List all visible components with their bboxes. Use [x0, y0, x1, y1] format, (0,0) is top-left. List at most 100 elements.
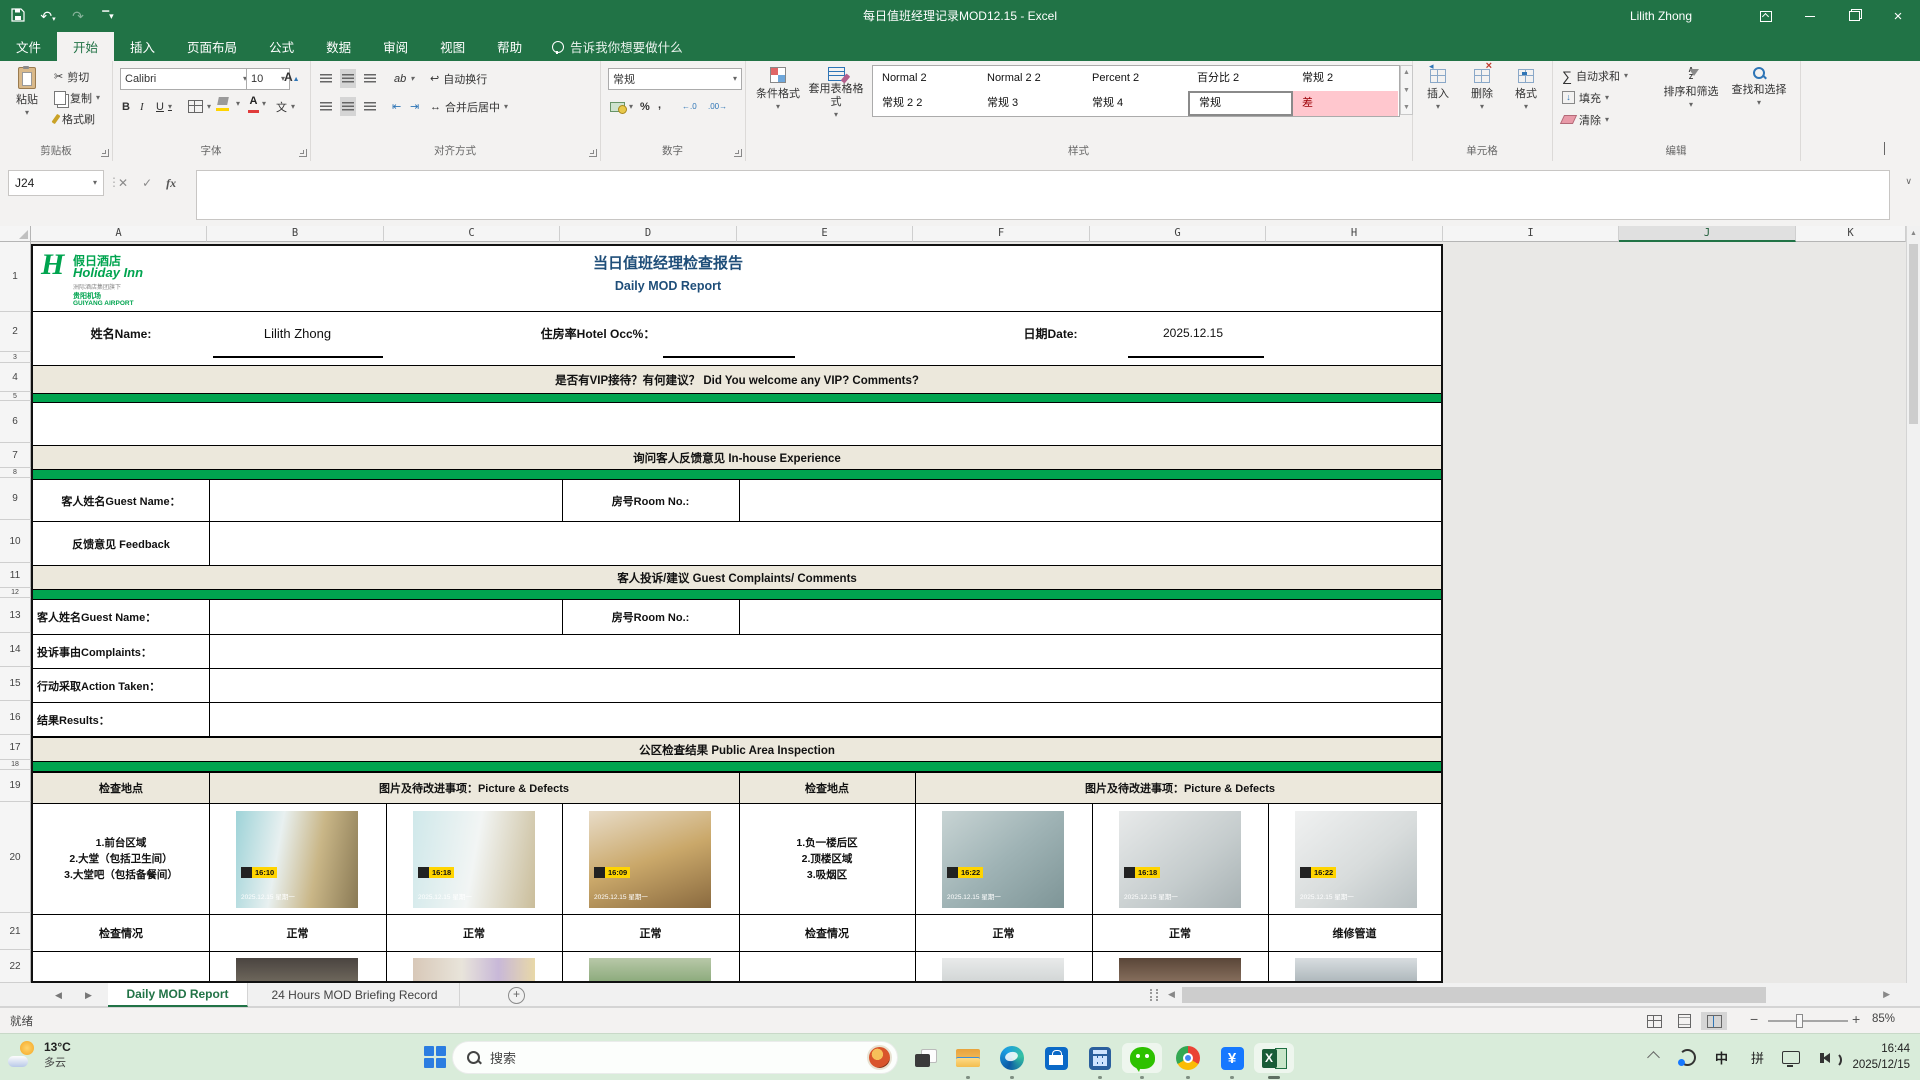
- align-bottom-button[interactable]: [362, 69, 378, 88]
- wechat-button[interactable]: [1122, 1043, 1162, 1073]
- merge-center-button[interactable]: ↔合并后居中▾: [428, 97, 510, 116]
- row-header-21[interactable]: 21: [0, 913, 31, 950]
- inspection-photo[interactable]: [589, 958, 711, 983]
- orientation-button[interactable]: ab▾: [392, 69, 416, 88]
- green-divider-row[interactable]: [33, 470, 1441, 480]
- column-header-K[interactable]: K: [1796, 226, 1906, 242]
- results-row[interactable]: 结果Results：: [33, 703, 1441, 737]
- ribbon-display-options-icon[interactable]: [1744, 0, 1788, 32]
- decrease-indent-button[interactable]: ⇤: [390, 97, 403, 116]
- inspection-photo[interactable]: [413, 958, 535, 983]
- decrease-decimal-button[interactable]: .00→: [706, 97, 729, 116]
- increase-indent-button[interactable]: ⇥: [408, 97, 421, 116]
- row-header-18[interactable]: 18: [0, 760, 31, 770]
- guest-name-row-2[interactable]: 客人姓名Guest Name： 房号Room No.:: [33, 600, 1441, 635]
- inspection-photo[interactable]: 16:18 2025.12.15 星期一: [1119, 811, 1241, 908]
- cell-style-Normal-2[interactable]: Normal 2: [873, 66, 978, 91]
- edge-button[interactable]: [992, 1043, 1032, 1073]
- column-header-E[interactable]: E: [737, 226, 913, 242]
- comma-style-button[interactable]: ,: [656, 95, 663, 114]
- save-icon[interactable]: [10, 8, 26, 24]
- row-header-16[interactable]: 16: [0, 701, 31, 735]
- cell-style-常规-4[interactable]: 常规 4: [1083, 91, 1188, 116]
- inspection-photo[interactable]: 16:22 2025.12.15 星期一: [1295, 811, 1417, 908]
- public-area-section-banner[interactable]: 公区检查结果 Public Area Inspection: [33, 737, 1441, 762]
- format-as-table-button[interactable]: 套用表格格式▾: [807, 67, 865, 119]
- inhouse-section-banner[interactable]: 询问客人反馈意见 In-house Experience: [33, 445, 1441, 470]
- task-view-button[interactable]: [906, 1043, 946, 1073]
- complaints-row[interactable]: 投诉事由Complaints：: [33, 635, 1441, 669]
- scroll-left-arrow[interactable]: ◀: [1168, 989, 1175, 1000]
- zoom-slider-thumb[interactable]: [1796, 1014, 1803, 1028]
- row-header-10[interactable]: 10: [0, 520, 31, 563]
- search-box[interactable]: 搜索: [452, 1041, 898, 1074]
- formula-input[interactable]: [196, 170, 1890, 220]
- row-header-1[interactable]: 1: [0, 242, 31, 312]
- row-header-6[interactable]: 6: [0, 401, 31, 443]
- inspection-header-row[interactable]: 检查地点 图片及待改进事项：Picture & Defects 检查地点 图片及…: [33, 772, 1441, 804]
- minimize-button[interactable]: [1788, 0, 1832, 32]
- redo-icon[interactable]: ↷: [70, 8, 86, 24]
- row-header-4[interactable]: 4: [0, 363, 31, 392]
- inspection-photo[interactable]: 16:09 2025.12.15 星期一: [589, 811, 711, 908]
- find-select-button[interactable]: 查找和选择▾: [1728, 67, 1790, 107]
- inspection-photo[interactable]: [942, 958, 1064, 983]
- name-box[interactable]: J24▾: [8, 170, 104, 196]
- weather-widget[interactable]: 13°C 多云: [8, 1040, 71, 1070]
- alignment-dialog-launcher[interactable]: [589, 149, 597, 157]
- green-divider-row[interactable]: [33, 762, 1441, 772]
- expand-formula-bar-icon[interactable]: ∨: [1905, 176, 1912, 187]
- undo-icon[interactable]: ↶▾: [40, 8, 56, 24]
- sheet-nav-left-icon[interactable]: ◀: [55, 983, 62, 1007]
- number-dialog-launcher[interactable]: [734, 149, 742, 157]
- scroll-right-arrow[interactable]: ▶: [1883, 989, 1890, 1000]
- row-header-22[interactable]: 22: [0, 950, 31, 983]
- complaints-section-banner[interactable]: 客人投诉/建议 Guest Complaints/ Comments: [33, 565, 1441, 590]
- grow-font-icon[interactable]: A▲: [284, 70, 300, 84]
- alipay-button[interactable]: ¥: [1212, 1043, 1252, 1073]
- inspection-photo[interactable]: 16:10 2025.12.15 星期一: [236, 811, 358, 908]
- name-row[interactable]: 姓名Name: Lilith Zhong 住房率Hotel Occ%： 日期Da…: [33, 312, 1441, 354]
- sync-icon[interactable]: [1679, 1034, 1696, 1080]
- row-header-8[interactable]: 8: [0, 468, 31, 478]
- select-all-corner[interactable]: [0, 226, 31, 242]
- signed-in-user[interactable]: Lilith Zhong: [1630, 0, 1692, 32]
- calculator-button[interactable]: [1080, 1043, 1120, 1073]
- row-header-12[interactable]: 12: [0, 588, 31, 598]
- tell-me-box[interactable]: 告诉我你想要做什么: [538, 32, 697, 61]
- touch-keyboard-icon[interactable]: [1782, 1034, 1800, 1080]
- format-cells-button[interactable]: 格式▾: [1506, 69, 1546, 111]
- green-divider-row[interactable]: [33, 590, 1441, 600]
- collapse-ribbon-icon[interactable]: [1884, 143, 1885, 155]
- align-top-button[interactable]: [318, 69, 334, 88]
- font-color-button[interactable]: A: [248, 95, 259, 113]
- clipboard-dialog-launcher[interactable]: [101, 149, 109, 157]
- row-header-15[interactable]: 15: [0, 667, 31, 701]
- row-header-3[interactable]: 3: [0, 352, 31, 363]
- column-header-B[interactable]: B: [207, 226, 384, 242]
- page-layout-view-button[interactable]: [1671, 1012, 1697, 1030]
- font-name-combo[interactable]: Calibri▾: [120, 68, 252, 90]
- report-header-row[interactable]: H 假日酒店 Holiday Inn 洲际酒店集团旗下 贵阳机场 GUIYANG…: [33, 246, 1441, 312]
- cell-style-Percent-2[interactable]: Percent 2: [1083, 66, 1188, 91]
- horizontal-scroll-thumb[interactable]: [1182, 987, 1766, 1003]
- conditional-formatting-button[interactable]: 条件格式▾: [753, 67, 803, 111]
- increase-decimal-button[interactable]: ←.0: [680, 97, 699, 116]
- inspection-photo[interactable]: [236, 958, 358, 983]
- normal-view-button[interactable]: [1641, 1012, 1667, 1030]
- scroll-up-arrow[interactable]: ▲: [1910, 230, 1917, 237]
- column-header-D[interactable]: D: [560, 226, 737, 242]
- cell-style-常规-2[interactable]: 常规 2: [1293, 66, 1398, 91]
- inspection-photo[interactable]: [1295, 958, 1417, 983]
- column-header-J[interactable]: J: [1619, 226, 1796, 242]
- sheet-nav-right-icon[interactable]: ▶: [85, 983, 92, 1007]
- align-center-button[interactable]: [340, 97, 356, 116]
- sort-filter-button[interactable]: AZ 排序和筛选▾: [1660, 67, 1722, 109]
- row-header-11[interactable]: 11: [0, 563, 31, 588]
- tab-review[interactable]: 审阅: [367, 32, 424, 61]
- inspection-photo[interactable]: 16:22 2025.12.15 星期一: [942, 811, 1064, 908]
- guest-name-row-1[interactable]: 客人姓名Guest Name： 房号Room No.:: [33, 480, 1441, 522]
- tab-insert[interactable]: 插入: [114, 32, 171, 61]
- tray-expand-icon[interactable]: [1649, 1034, 1658, 1080]
- zoom-slider[interactable]: [1768, 1020, 1848, 1022]
